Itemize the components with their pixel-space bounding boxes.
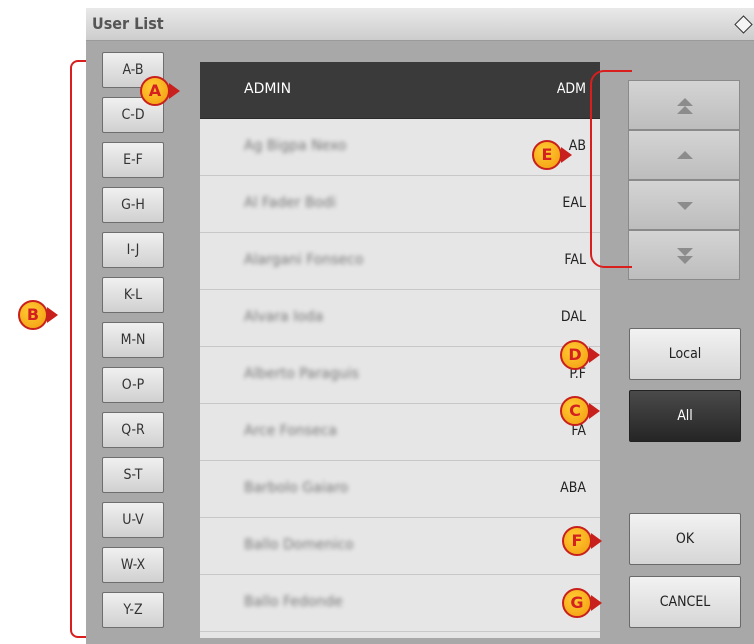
alphabet-button-u-v[interactable]: U-V [102, 502, 164, 538]
window-title: User List [92, 14, 164, 33]
user-row[interactable]: Arce Fonseca FA [200, 404, 600, 461]
callout-b: B [18, 300, 58, 330]
local-button[interactable]: Local [629, 328, 741, 380]
user-name: Al Fader Bodi [244, 195, 336, 211]
user-name: Arce Fonseca [244, 423, 337, 439]
user-code: EAL [562, 195, 586, 211]
user-list-dialog: User List A-B C-D E-F G-H I-J K-L M-N O-P Q-R S-T… [86, 8, 754, 644]
user-name: Barbolo Gaiaro [244, 480, 349, 496]
alphabet-button-e-f[interactable]: E-F [102, 142, 164, 178]
cancel-button[interactable]: CANCEL [629, 576, 741, 628]
double-down-arrow-icon [677, 248, 693, 264]
user-name: Alargani Fonseco [244, 252, 364, 268]
scroll-down-button[interactable] [628, 180, 740, 230]
user-code: ADM [556, 81, 586, 97]
diamond-icon[interactable] [734, 15, 753, 34]
alphabet-button-k-l[interactable]: K-L [102, 277, 164, 313]
callout-f: F [562, 526, 602, 556]
callout-g: G [562, 588, 602, 618]
user-name: ADMIN [244, 81, 292, 97]
user-row[interactable]: Barbolo Gaiaro ABA [200, 461, 600, 518]
callout-d: D [560, 340, 600, 370]
alphabet-button-m-n[interactable]: M-N [102, 322, 164, 358]
user-name: Ballo Fedonde [244, 594, 343, 610]
double-up-arrow-icon [677, 98, 693, 114]
scroll-last-button[interactable] [628, 230, 740, 280]
user-code: FAL [564, 252, 586, 268]
user-row[interactable]: Alberto Paraguis P.F [200, 347, 600, 404]
user-name: Alvara Ioda [244, 309, 324, 325]
ok-button[interactable]: OK [629, 513, 741, 565]
user-row[interactable]: Al Fader Bodi EAL [200, 176, 600, 233]
up-arrow-icon [677, 151, 693, 159]
all-button[interactable]: All [629, 390, 741, 442]
user-name: Alberto Paraguis [244, 366, 359, 382]
bracket-e [590, 70, 632, 268]
scroll-up-button[interactable] [628, 130, 740, 180]
alphabet-button-o-p[interactable]: O-P [102, 367, 164, 403]
alphabet-button-s-t[interactable]: S-T [102, 457, 164, 493]
user-name: Ag Bigpa Nexo [244, 138, 347, 154]
user-row[interactable]: Ballo DomenicoDB [200, 518, 600, 575]
alphabet-button-y-z[interactable]: Y-Z [102, 592, 164, 628]
user-name: Ballo Domenico [244, 537, 354, 553]
bracket-b [70, 60, 86, 638]
callout-a: A [140, 76, 180, 106]
callout-e: E [532, 140, 572, 170]
scroll-first-button[interactable] [628, 80, 740, 130]
alphabet-button-i-j[interactable]: I-J [102, 232, 164, 268]
alphabet-button-g-h[interactable]: G-H [102, 187, 164, 223]
alphabet-button-w-x[interactable]: W-X [102, 547, 164, 583]
user-code: DAL [560, 309, 586, 325]
user-row[interactable]: Ballo FedondeFB [200, 575, 600, 632]
alphabet-button-q-r[interactable]: Q-R [102, 412, 164, 448]
callout-c: C [560, 396, 600, 426]
user-code: ABA [560, 480, 586, 496]
user-row[interactable]: ADMIN ADM [200, 62, 600, 119]
title-bar: User List [86, 8, 754, 41]
down-arrow-icon [677, 202, 693, 210]
user-row[interactable]: Alvara Ioda DAL [200, 290, 600, 347]
user-row[interactable]: Alargani Fonseco FAL [200, 233, 600, 290]
